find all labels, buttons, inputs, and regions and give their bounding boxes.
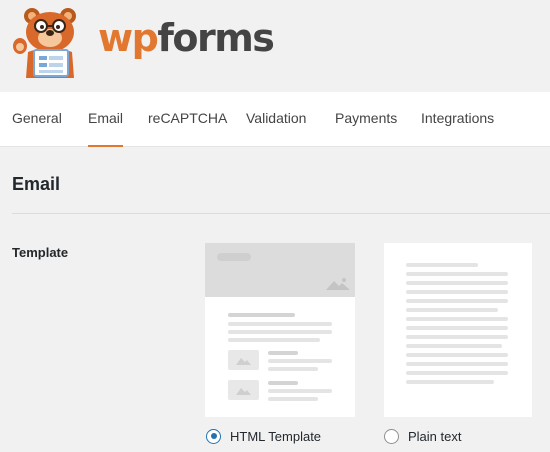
plain-text-label: Plain text	[408, 428, 462, 444]
preview-item-line	[268, 397, 318, 401]
preview-text-line	[406, 299, 508, 303]
preview-text-line	[406, 344, 502, 348]
preview-text-line	[406, 353, 508, 357]
preview-text-line	[406, 362, 508, 366]
preview-item-line	[268, 367, 318, 371]
tab-email[interactable]: Email	[88, 92, 124, 147]
preview-text-line	[406, 263, 478, 267]
preview-item-line	[268, 359, 332, 363]
preview-text-line	[406, 290, 508, 294]
preview-text-line	[228, 338, 320, 342]
preview-thumbnail	[228, 350, 259, 370]
tab-payments[interactable]: Payments	[335, 92, 397, 147]
tab-validation[interactable]: Validation	[246, 92, 306, 147]
header: wpforms	[0, 0, 550, 92]
html-template-radio[interactable]	[206, 428, 221, 444]
html-template-preview[interactable]	[205, 243, 355, 417]
tab-integrations[interactable]: Integrations	[421, 92, 494, 147]
preview-text-line	[406, 326, 508, 330]
template-label: Template	[12, 245, 69, 260]
preview-text-line	[406, 281, 508, 285]
preview-item-title	[268, 381, 298, 385]
section-title: Email	[12, 174, 61, 194]
preview-text-line	[406, 308, 498, 312]
image-icon	[236, 388, 251, 395]
preview-text-line	[406, 380, 494, 384]
html-template-option[interactable]: HTML Template	[206, 427, 321, 445]
image-icon	[326, 278, 350, 290]
plain-text-option[interactable]: Plain text	[384, 427, 461, 445]
brand-wordmark: wpforms	[98, 16, 275, 60]
brand-prefix: wp	[98, 16, 159, 60]
preview-text-line	[228, 330, 332, 334]
preview-header	[205, 243, 355, 297]
settings-tabs: General Email reCAPTCHA Validation Payme…	[0, 92, 550, 147]
plain-text-preview[interactable]	[384, 243, 532, 417]
preview-text-line	[406, 335, 508, 339]
preview-text-line	[406, 371, 508, 375]
preview-thumbnail	[228, 380, 259, 400]
image-icon	[236, 358, 251, 365]
bear-mascot-icon	[13, 8, 76, 78]
html-template-label: HTML Template	[230, 428, 322, 444]
brand-suffix: forms	[157, 16, 275, 60]
tab-recaptcha[interactable]: reCAPTCHA	[148, 92, 227, 147]
plain-text-radio[interactable]	[384, 428, 399, 444]
preview-item-title	[268, 351, 298, 355]
preview-item-line	[268, 389, 332, 393]
preview-logo-placeholder	[217, 253, 251, 261]
preview-text-line	[406, 272, 508, 276]
tab-general[interactable]: General	[12, 92, 62, 147]
section-divider	[12, 213, 550, 214]
preview-heading-line	[228, 313, 295, 317]
preview-text-line	[228, 322, 332, 326]
preview-text-line	[406, 317, 508, 321]
